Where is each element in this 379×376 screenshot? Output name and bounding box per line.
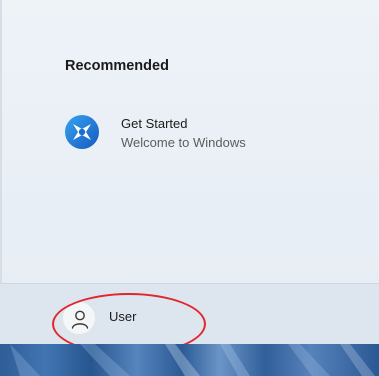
start-menu: Recommended Get Started Welcome to Windo… <box>0 0 379 376</box>
recommended-heading: Recommended <box>65 58 169 74</box>
start-menu-footer: User <box>0 283 379 345</box>
get-started-icon <box>64 114 100 150</box>
recommended-item-get-started[interactable]: Get Started Welcome to Windows <box>58 108 328 160</box>
user-name-label: User <box>109 309 137 324</box>
user-account-button[interactable]: User <box>62 300 182 335</box>
desktop-wallpaper-strip <box>0 344 379 376</box>
user-avatar-icon <box>62 301 96 335</box>
recommended-item-title: Get Started <box>121 116 188 131</box>
recommended-item-subtitle: Welcome to Windows <box>121 135 246 150</box>
